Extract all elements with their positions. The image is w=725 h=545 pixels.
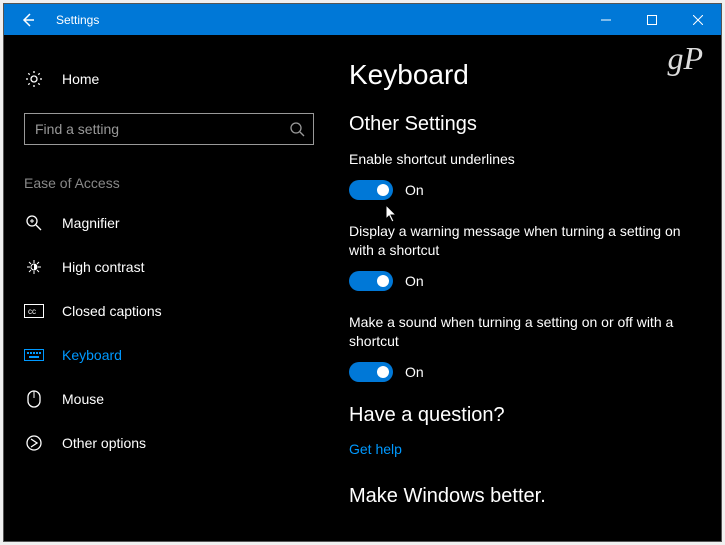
captions-icon: cc xyxy=(24,304,44,318)
maximize-icon xyxy=(647,15,657,25)
toggle-state: On xyxy=(405,182,424,198)
window-title: Settings xyxy=(52,13,583,27)
back-button[interactable] xyxy=(4,4,52,35)
watermark: gP xyxy=(667,40,703,77)
sidebar-item-high-contrast[interactable]: High contrast xyxy=(4,245,339,289)
toggle-knob xyxy=(377,184,389,196)
toggle-warning-message[interactable] xyxy=(349,271,393,291)
sidebar-item-label: Magnifier xyxy=(62,215,120,231)
home-link[interactable]: Home xyxy=(4,59,339,99)
sidebar-item-keyboard[interactable]: Keyboard xyxy=(4,333,339,377)
toggle-knob xyxy=(377,366,389,378)
search-icon xyxy=(289,121,305,137)
sidebar-item-label: High contrast xyxy=(62,259,144,275)
sidebar-item-mouse[interactable]: Mouse xyxy=(4,377,339,421)
svg-text:cc: cc xyxy=(28,307,36,316)
home-label: Home xyxy=(62,71,99,87)
sidebar-item-label: Other options xyxy=(62,435,146,451)
sidebar-item-label: Mouse xyxy=(62,391,104,407)
sidebar-item-label: Keyboard xyxy=(62,347,122,363)
titlebar: Settings xyxy=(4,4,721,35)
get-help-link[interactable]: Get help xyxy=(349,441,701,457)
toggle-state: On xyxy=(405,364,424,380)
sidebar-group-header: Ease of Access xyxy=(4,165,339,201)
close-button[interactable] xyxy=(675,4,721,35)
setting-label: Make a sound when turning a setting on o… xyxy=(349,313,701,352)
search-input[interactable] xyxy=(25,121,281,137)
maximize-button[interactable] xyxy=(629,4,675,35)
section-heading: Other Settings xyxy=(349,113,701,136)
sidebar-item-magnifier[interactable]: Magnifier xyxy=(4,201,339,245)
contrast-icon xyxy=(25,258,43,276)
main-content: Keyboard Other Settings Enable shortcut … xyxy=(339,35,721,541)
setting-label: Enable shortcut underlines xyxy=(349,150,701,170)
options-icon xyxy=(25,434,43,452)
sidebar-item-label: Closed captions xyxy=(62,303,162,319)
minimize-button[interactable] xyxy=(583,4,629,35)
sidebar: Home Ease of Access Magnifier High contr… xyxy=(4,35,339,541)
question-heading: Have a question? xyxy=(349,404,701,427)
toggle-state: On xyxy=(405,273,424,289)
close-icon xyxy=(693,15,703,25)
sidebar-item-other-options[interactable]: Other options xyxy=(4,421,339,465)
minimize-icon xyxy=(601,15,611,25)
toggle-shortcut-underlines[interactable] xyxy=(349,180,393,200)
toggle-knob xyxy=(377,275,389,287)
toggle-sound[interactable] xyxy=(349,362,393,382)
arrow-left-icon xyxy=(19,11,37,29)
page-title: Keyboard xyxy=(349,59,701,91)
magnifier-icon xyxy=(25,214,43,232)
keyboard-icon xyxy=(24,349,44,361)
gear-icon xyxy=(25,70,43,88)
search-box[interactable] xyxy=(24,113,314,145)
mouse-icon xyxy=(27,390,41,408)
feedback-heading: Make Windows better. xyxy=(349,485,701,508)
sidebar-item-closed-captions[interactable]: cc Closed captions xyxy=(4,289,339,333)
setting-label: Display a warning message when turning a… xyxy=(349,222,701,261)
